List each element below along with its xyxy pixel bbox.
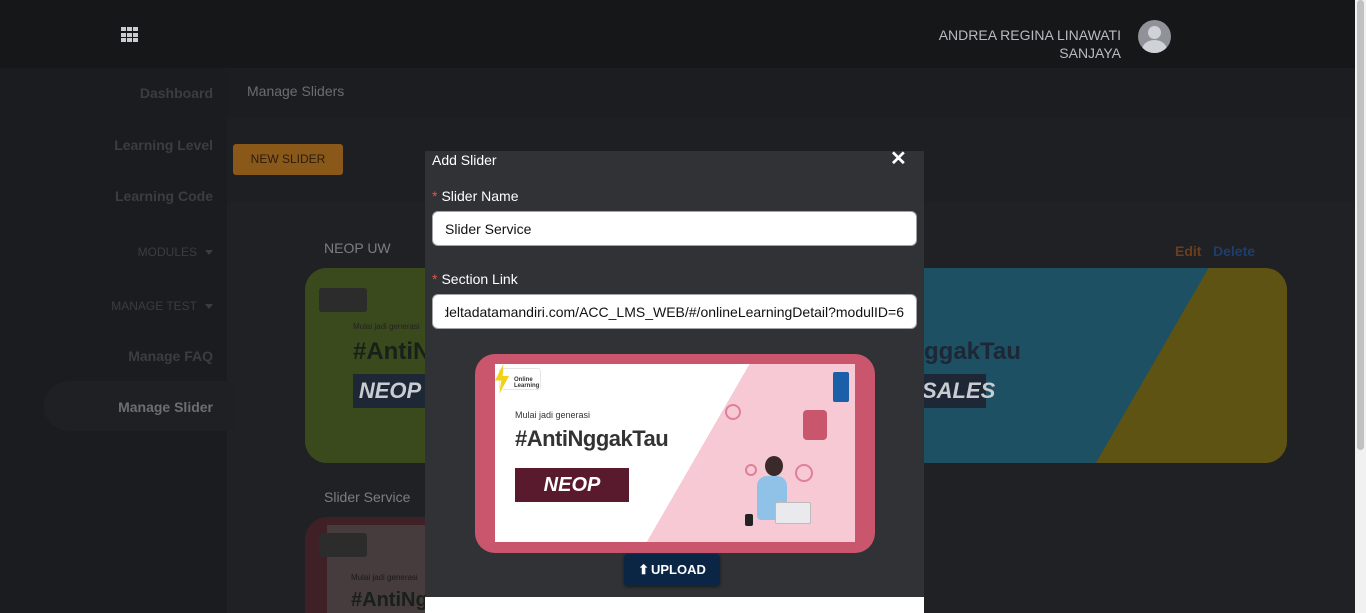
section-link-input[interactable] — [432, 294, 917, 329]
preview-hashtag: #AntiNggakTau — [515, 426, 669, 451]
add-slider-modal: Add Slider ✕ *Slider Name *Section Link … — [425, 149, 924, 613]
sidebar-item-manage-test[interactable]: MANAGE TEST — [111, 299, 213, 313]
required-mark: * — [432, 188, 438, 204]
user-name-line1: ANDREA REGINA LINAWATI — [938, 27, 1121, 43]
slider-name-label-text: Slider Name — [441, 188, 519, 204]
sidebar-item-modules-label: MODULES — [137, 245, 197, 259]
user-name-line2: SANJAYA — [1059, 45, 1121, 61]
chevron-down-icon — [205, 304, 213, 310]
section-link-label: * Section Link — [432, 271, 518, 287]
slider-name-label: * Slider Name — [432, 188, 518, 204]
slider-image-preview: Online Learning Mulai jadi generasi #Ant… — [475, 354, 875, 553]
sidebar-item-learning-code[interactable]: Learning Code — [115, 188, 213, 204]
banner-tag — [319, 288, 367, 312]
preview-pill: NEOP SERVICE — [515, 468, 629, 530]
banner-hashtag: #AntiNg — [351, 589, 427, 611]
breadcrumb-bar: Manage Sliders — [227, 68, 1355, 118]
plant-illustration — [745, 514, 753, 526]
edit-link[interactable]: Edit — [1175, 243, 1201, 259]
banner-tag — [319, 533, 367, 557]
preview-card: Online Learning Mulai jadi generasi #Ant… — [495, 364, 855, 542]
sidebar-item-manage-slider[interactable]: Manage Slider — [118, 399, 213, 415]
sidebar-item-modules[interactable]: MODULES — [138, 245, 213, 259]
modal-footer — [425, 597, 924, 613]
sidebar-item-manage-faq[interactable]: Manage FAQ — [128, 348, 213, 364]
modal-title: Add Slider — [432, 152, 497, 168]
upload-icon: ⬆ — [638, 562, 649, 577]
slider-title: NEOP UW — [324, 240, 391, 256]
required-mark: * — [432, 271, 438, 287]
user-name[interactable]: ANDREA REGINA LINAWATI SANJAYA — [939, 26, 1121, 62]
banner-line: Mulai jadi generasi — [351, 573, 418, 582]
scrollbar-thumb[interactable] — [1357, 0, 1364, 450]
laptop-illustration — [775, 502, 811, 524]
delete-link[interactable]: Delete — [1213, 243, 1255, 259]
close-icon[interactable]: ✕ — [890, 149, 907, 169]
slider-name-input[interactable] — [432, 211, 917, 246]
banner-pill: NEOP — [353, 374, 427, 408]
sidebar: Dashboard Learning Level Learning Code M… — [0, 68, 234, 613]
upload-label: UPLOAD — [651, 562, 706, 577]
sidebar-item-learning-level[interactable]: Learning Level — [114, 137, 213, 153]
preview-line: Mulai jadi generasi — [515, 410, 591, 420]
top-bar: ANDREA REGINA LINAWATI SANJAYA — [0, 0, 1355, 68]
slider-banner-image: Mulai jadi generasi #AntiNg — [305, 517, 427, 613]
section-link-label-text: Section Link — [441, 271, 518, 287]
brand-logo — [833, 372, 849, 402]
user-avatar-icon[interactable] — [1138, 20, 1171, 53]
sidebar-item-dashboard[interactable]: Dashboard — [140, 85, 213, 101]
chat-bubble-icon — [803, 410, 827, 440]
preview-tag-text: Online Learning — [514, 377, 540, 389]
page-scrollbar[interactable] — [1355, 0, 1366, 613]
upload-button[interactable]: ⬆ UPLOAD — [624, 554, 720, 586]
slider-title: Slider Service — [324, 489, 411, 505]
breadcrumb: Manage Sliders — [247, 83, 345, 99]
sidebar-item-manage-test-label: MANAGE TEST — [111, 299, 197, 313]
banner-hashtag-right: ggakTau — [924, 338, 1021, 365]
banner-pill-right: SALES — [922, 374, 995, 408]
chevron-down-icon — [205, 250, 213, 256]
new-slider-button[interactable]: NEW SLIDER — [233, 144, 343, 175]
banner-line: Mulai jadi generasi — [353, 322, 420, 331]
grid-menu-icon[interactable] — [121, 27, 139, 43]
